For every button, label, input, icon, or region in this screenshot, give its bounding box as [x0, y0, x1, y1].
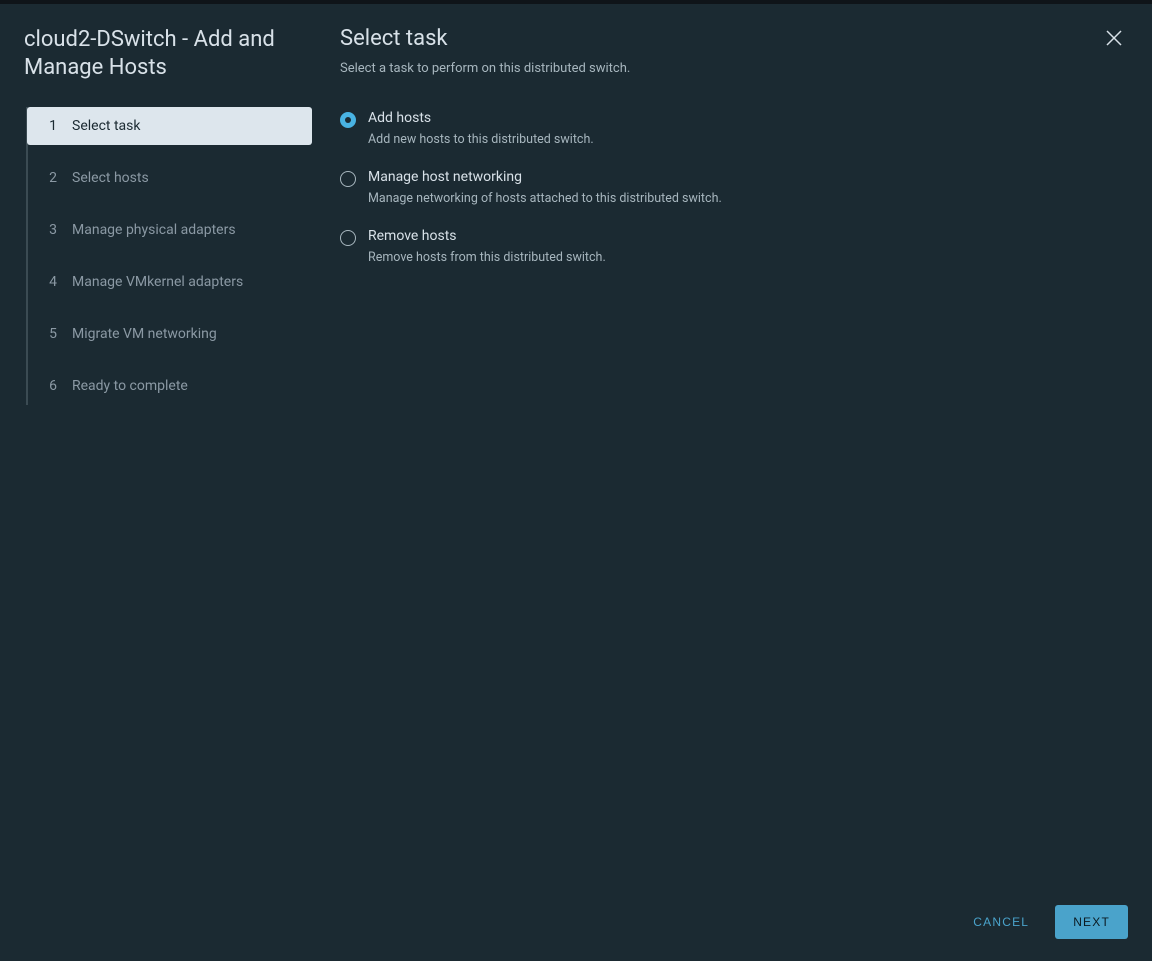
next-button[interactable]: NEXT: [1055, 905, 1128, 939]
step-label: Manage physical adapters: [72, 222, 236, 238]
step-ready-to-complete[interactable]: 6 Ready to complete: [28, 367, 312, 405]
radio-description: Remove hosts from this distributed switc…: [368, 250, 606, 265]
wizard-sidebar: cloud2-DSwitch - Add and Manage Hosts 1 …: [0, 4, 312, 961]
step-select-hosts[interactable]: 2 Select hosts: [28, 159, 312, 197]
step-number: 4: [48, 274, 58, 290]
close-icon[interactable]: [1104, 28, 1124, 48]
step-manage-physical-adapters[interactable]: 3 Manage physical adapters: [28, 211, 312, 249]
step-number: 5: [48, 326, 58, 342]
radio-icon: [340, 230, 356, 246]
step-number: 3: [48, 222, 58, 238]
wizard-footer: CANCEL NEXT: [312, 887, 1152, 961]
wizard-main: Select task Select a task to perform on …: [312, 4, 1152, 961]
option-remove-hosts[interactable]: Remove hosts Remove hosts from this dist…: [340, 228, 1124, 265]
radio-labels: Add hosts Add new hosts to this distribu…: [368, 110, 594, 147]
radio-labels: Remove hosts Remove hosts from this dist…: [368, 228, 606, 265]
page-title: Select task: [340, 26, 630, 51]
step-label: Ready to complete: [72, 378, 188, 394]
page-subtitle: Select a task to perform on this distrib…: [340, 61, 630, 76]
radio-icon: [340, 112, 356, 128]
step-label: Migrate VM networking: [72, 326, 217, 342]
radio-description: Manage networking of hosts attached to t…: [368, 191, 722, 206]
step-label: Select task: [72, 118, 140, 134]
step-label: Manage VMkernel adapters: [72, 274, 243, 290]
main-body: Add hosts Add new hosts to this distribu…: [312, 94, 1152, 887]
radio-description: Add new hosts to this distributed switch…: [368, 132, 594, 147]
wizard-steps: 1 Select task 2 Select hosts 3 Manage ph…: [26, 107, 312, 405]
option-add-hosts[interactable]: Add hosts Add new hosts to this distribu…: [340, 110, 1124, 147]
step-label: Select hosts: [72, 170, 149, 186]
step-number: 6: [48, 378, 58, 394]
step-number: 2: [48, 170, 58, 186]
step-select-task[interactable]: 1 Select task: [27, 107, 312, 145]
step-manage-vmkernel-adapters[interactable]: 4 Manage VMkernel adapters: [28, 263, 312, 301]
cancel-button[interactable]: CANCEL: [961, 905, 1041, 939]
radio-title: Add hosts: [368, 110, 594, 126]
main-header-left: Select task Select a task to perform on …: [340, 26, 630, 76]
step-migrate-vm-networking[interactable]: 5 Migrate VM networking: [28, 315, 312, 353]
radio-title: Remove hosts: [368, 228, 606, 244]
radio-icon: [340, 171, 356, 187]
radio-title: Manage host networking: [368, 169, 722, 185]
radio-labels: Manage host networking Manage networking…: [368, 169, 722, 206]
main-header: Select task Select a task to perform on …: [312, 4, 1152, 94]
wizard-dialog: cloud2-DSwitch - Add and Manage Hosts 1 …: [0, 0, 1152, 961]
wizard-title: cloud2-DSwitch - Add and Manage Hosts: [24, 26, 312, 81]
step-number: 1: [48, 118, 58, 134]
option-manage-host-networking[interactable]: Manage host networking Manage networking…: [340, 169, 1124, 206]
